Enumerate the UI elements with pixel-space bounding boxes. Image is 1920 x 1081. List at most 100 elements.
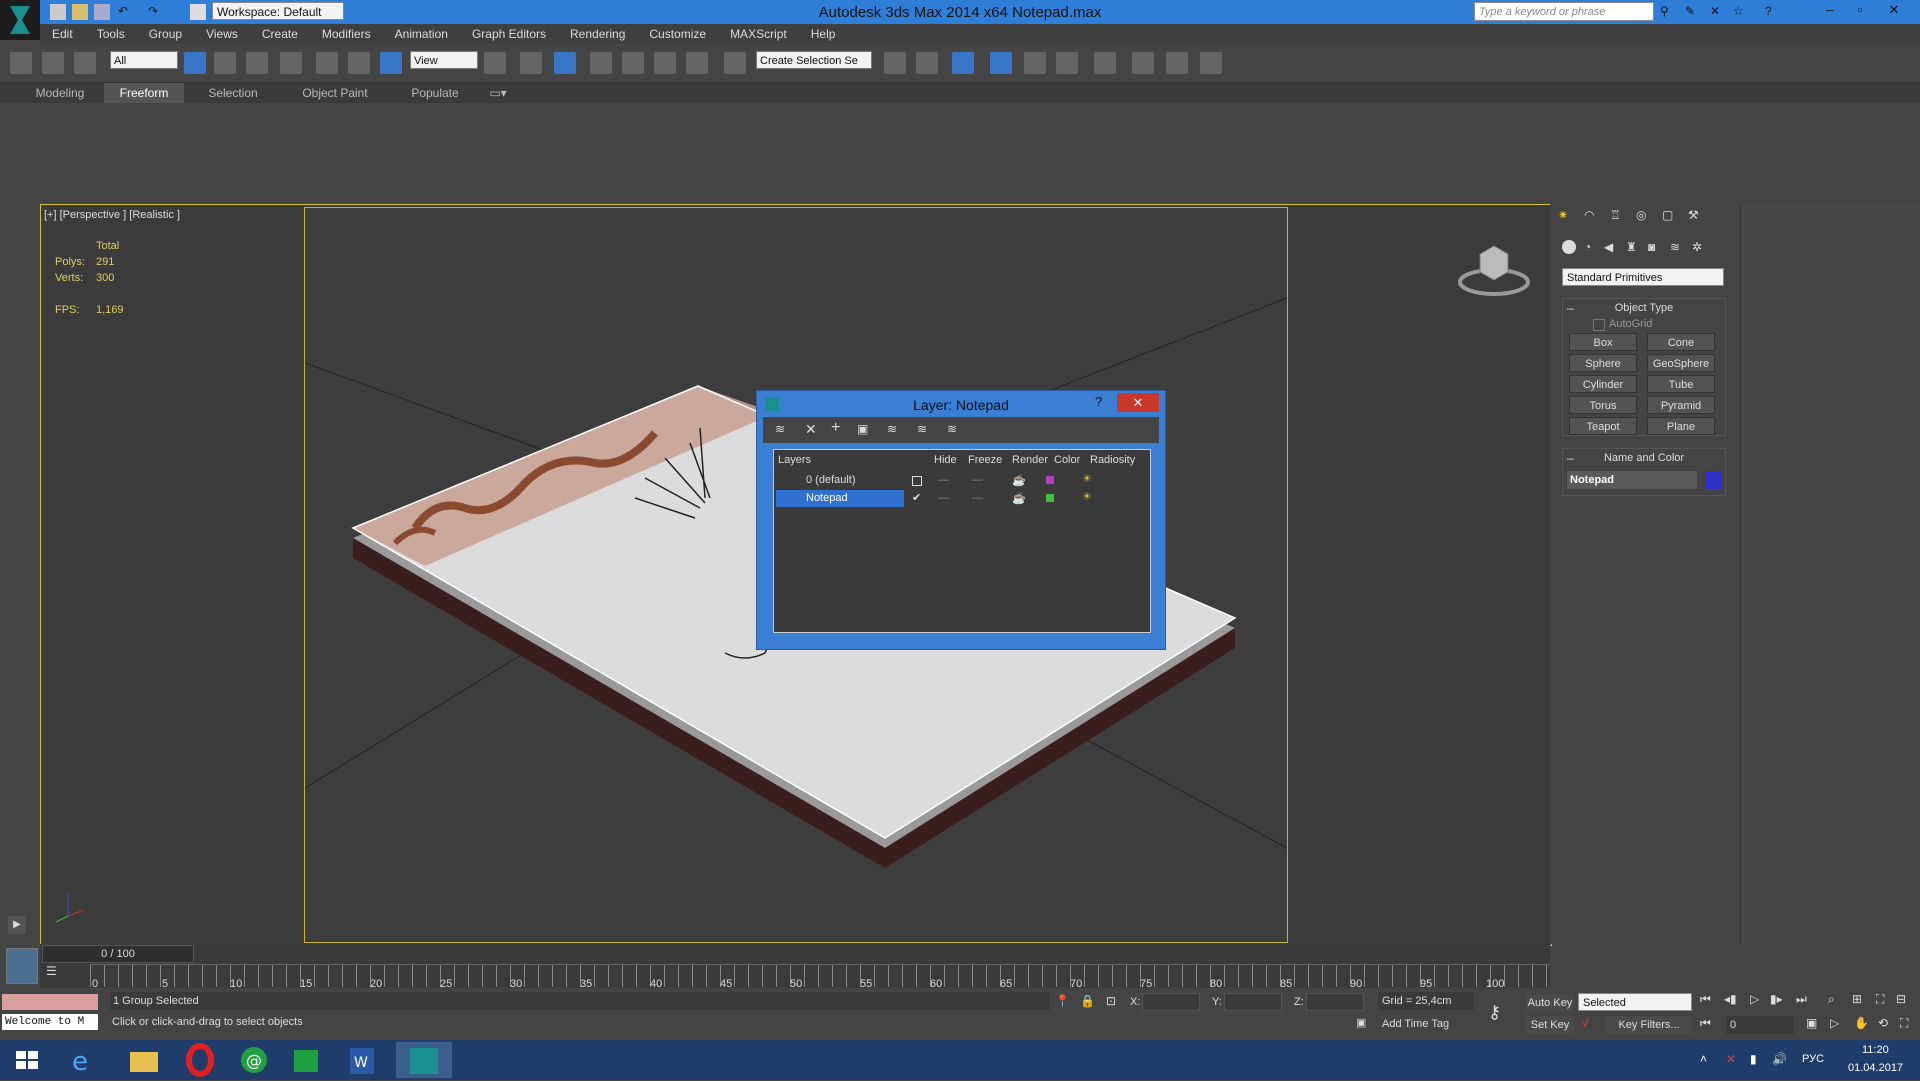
time-tag-icon[interactable]: ▣: [1356, 1016, 1366, 1029]
reference-coordinate-dropdown[interactable]: View: [410, 51, 478, 69]
default-in-out-tangent-icon[interactable]: √: [1582, 1016, 1589, 1030]
tab-modeling[interactable]: Modeling: [26, 83, 94, 103]
select-by-name-icon[interactable]: [214, 52, 236, 74]
layer-row-default[interactable]: 0 (default) — — ☕ ☀: [776, 472, 1146, 490]
current-layer-check-icon[interactable]: ✔: [912, 491, 921, 504]
set-key-button[interactable]: Set Key: [1526, 1016, 1574, 1034]
freeze-toggle[interactable]: —: [972, 474, 983, 486]
rectangle-region-icon[interactable]: [246, 52, 268, 74]
search-input[interactable]: Type a keyword or phrase: [1474, 2, 1654, 21]
menu-customize[interactable]: Customize: [637, 24, 718, 44]
menu-maxscript[interactable]: MAXScript: [718, 24, 799, 44]
shapes-icon[interactable]: ◔: [1584, 240, 1591, 254]
bind-space-warp-icon[interactable]: [74, 52, 96, 74]
field-of-view-icon[interactable]: ▷: [1830, 1016, 1839, 1030]
maximize-toggle-icon[interactable]: ⛶: [1900, 1016, 1908, 1031]
current-frame-field[interactable]: 0: [1726, 1016, 1794, 1034]
go-to-end-icon[interactable]: ⏭: [1796, 992, 1807, 1007]
named-selection-dropdown[interactable]: Create Selection Se: [756, 51, 872, 69]
layer-explorer-icon[interactable]: [952, 52, 974, 74]
zoom-all-icon[interactable]: ⊞: [1852, 992, 1862, 1006]
geometry-icon[interactable]: [1562, 240, 1576, 254]
scale-icon[interactable]: [380, 52, 402, 74]
tab-selection[interactable]: Selection: [196, 83, 270, 103]
cone-button[interactable]: Cone: [1647, 333, 1715, 351]
signal-icon[interactable]: ▮: [1750, 1052, 1757, 1066]
schematic-view-icon[interactable]: [1056, 52, 1078, 74]
minimize-button[interactable]: –: [1816, 0, 1844, 20]
add-to-layer-icon[interactable]: +: [831, 419, 840, 437]
radiosity-icon[interactable]: ☀: [1082, 490, 1092, 503]
selection-filter-dropdown[interactable]: All: [110, 51, 178, 69]
hierarchy-tab-icon[interactable]: ♖: [1610, 208, 1621, 222]
render-setup-icon[interactable]: [1132, 52, 1154, 74]
menu-edit[interactable]: Edit: [40, 24, 85, 44]
network-status-icon[interactable]: ✕: [1726, 1052, 1736, 1066]
layer-color-swatch[interactable]: [1046, 476, 1054, 484]
geosphere-button[interactable]: GeoSphere: [1647, 354, 1715, 372]
ribbon-options-icon[interactable]: ▭▾: [486, 83, 510, 103]
binoculars-icon[interactable]: ⚲: [1660, 4, 1676, 20]
header-freeze[interactable]: Freeze: [968, 454, 1002, 466]
tube-button[interactable]: Tube: [1647, 375, 1715, 393]
maximize-button[interactable]: ▫: [1846, 0, 1874, 20]
go-to-start-icon[interactable]: ⏮: [1700, 992, 1711, 1007]
box-button[interactable]: Box: [1569, 333, 1637, 351]
key-mode-toggle-icon[interactable]: ⏮: [1700, 1016, 1711, 1031]
cameras-icon[interactable]: ♜: [1626, 240, 1637, 254]
trackbar-toggle-icon[interactable]: ☰: [46, 964, 66, 982]
zoom-extents-icon[interactable]: ⛶: [1876, 992, 1884, 1007]
header-hide[interactable]: Hide: [934, 454, 957, 466]
maxscript-listener-mini[interactable]: [2, 994, 98, 1010]
viewcube-icon[interactable]: [1456, 236, 1532, 300]
zoom-icon[interactable]: ⌕: [1828, 992, 1835, 1007]
tab-freeform[interactable]: Freeform: [104, 83, 184, 103]
maximize-viewport-icon[interactable]: ⊟: [1896, 992, 1906, 1006]
teapot-button[interactable]: Teapot: [1569, 417, 1637, 435]
material-editor-icon[interactable]: [1094, 52, 1116, 74]
autogrid-checkbox[interactable]: [1593, 319, 1605, 331]
key-filters-button[interactable]: Key Filters...: [1606, 1016, 1692, 1034]
window-crossing-icon[interactable]: [280, 52, 302, 74]
rotate-icon[interactable]: [348, 52, 370, 74]
play-icon[interactable]: ▷: [1750, 992, 1759, 1006]
menu-help[interactable]: Help: [799, 24, 848, 44]
lights-icon[interactable]: ◀: [1604, 240, 1613, 254]
wrench-icon[interactable]: ✎: [1685, 4, 1701, 20]
previous-frame-icon[interactable]: ◂▮: [1724, 992, 1737, 1006]
opera-icon[interactable]: [172, 1042, 228, 1078]
toggle-ribbon-icon[interactable]: [990, 52, 1012, 74]
set-key-icon[interactable]: ⚷: [1488, 1002, 1501, 1023]
3ds-max-taskbar-icon[interactable]: [396, 1042, 452, 1078]
radiosity-icon[interactable]: ☀: [1082, 472, 1092, 485]
render-teapot-icon[interactable]: ☕: [1012, 492, 1026, 505]
hide-all-icon[interactable]: ≋: [917, 422, 927, 436]
input-language[interactable]: РУС: [1802, 1053, 1824, 1065]
header-color[interactable]: Color: [1054, 454, 1080, 466]
menu-views[interactable]: Views: [194, 24, 250, 44]
object-color-swatch[interactable]: [1705, 471, 1721, 489]
modify-tab-icon[interactable]: ◠: [1584, 208, 1594, 222]
align-icon[interactable]: [916, 52, 938, 74]
maxscript-input[interactable]: Welcome to M: [2, 1014, 98, 1030]
percent-snap-icon[interactable]: [654, 52, 676, 74]
menu-tools[interactable]: Tools: [85, 24, 137, 44]
viewport-label[interactable]: [+] [Perspective ] [Realistic ]: [44, 209, 180, 221]
space-warps-icon[interactable]: ≋: [1670, 240, 1680, 254]
display-tab-icon[interactable]: ▢: [1662, 208, 1673, 222]
file-explorer-icon[interactable]: [116, 1042, 172, 1078]
menu-graph-editors[interactable]: Graph Editors: [460, 24, 558, 44]
mini-curve-editor-icon[interactable]: [6, 948, 38, 984]
helpers-icon[interactable]: ◙: [1648, 240, 1655, 254]
current-layer-box[interactable]: [912, 476, 922, 486]
render-production-icon[interactable]: [1200, 52, 1222, 74]
highlight-layer-icon[interactable]: ≋: [887, 422, 897, 436]
help-icon[interactable]: ?: [1765, 4, 1781, 20]
object-type-title[interactable]: Object Type: [1563, 302, 1725, 314]
y-coordinate-field[interactable]: [1224, 993, 1282, 1011]
x-coordinate-field[interactable]: [1142, 993, 1200, 1011]
layer-color-swatch[interactable]: [1046, 494, 1054, 502]
name-color-title[interactable]: Name and Color: [1563, 452, 1725, 464]
dialog-close-button[interactable]: ✕: [1117, 393, 1159, 412]
select-manipulate-icon[interactable]: [520, 52, 542, 74]
